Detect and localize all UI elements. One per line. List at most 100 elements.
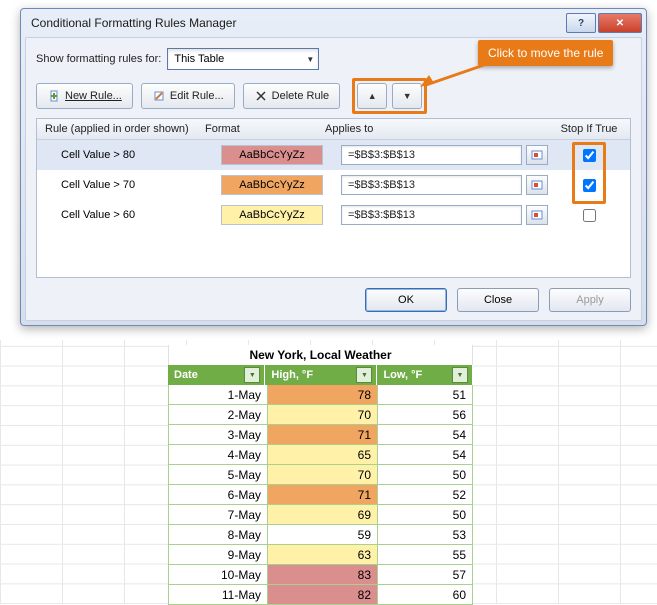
delete-rule-button[interactable]: Delete Rule (243, 83, 340, 109)
cell-high[interactable]: 65 (268, 445, 378, 465)
cell-high[interactable]: 69 (268, 505, 378, 525)
applies-to-input[interactable]: =$B$3:$B$13 (341, 145, 522, 165)
rules-header: Rule (applied in order shown) Format App… (37, 119, 630, 140)
rule-row[interactable]: Cell Value > 80AaBbCcYyZz =$B$3:$B$13 (37, 140, 630, 170)
table-row[interactable]: 7-May6950 (168, 505, 473, 525)
range-picker-button[interactable] (526, 145, 548, 165)
table-row[interactable]: 2-May7056 (168, 405, 473, 425)
cell-high[interactable]: 83 (268, 565, 378, 585)
apply-button[interactable]: Apply (549, 288, 631, 312)
cell-low[interactable]: 60 (378, 585, 473, 605)
move-down-button[interactable]: ▼ (392, 83, 422, 109)
cell-low[interactable]: 52 (378, 485, 473, 505)
rule-name: Cell Value > 80 (37, 149, 221, 161)
dialog-title: Conditional Formatting Rules Manager (31, 16, 236, 30)
cell-high[interactable]: 59 (268, 525, 378, 545)
rule-format-preview: AaBbCcYyZz (221, 175, 323, 195)
cell-low[interactable]: 55 (378, 545, 473, 565)
cell-date[interactable]: 2-May (168, 405, 268, 425)
cell-date[interactable]: 11-May (168, 585, 268, 605)
dialog-titlebar[interactable]: Conditional Formatting Rules Manager ? ✕ (21, 9, 646, 37)
cell-low[interactable]: 50 (378, 505, 473, 525)
cell-high[interactable]: 71 (268, 425, 378, 445)
table-row[interactable]: 5-May7050 (168, 465, 473, 485)
cell-date[interactable]: 8-May (168, 525, 268, 545)
col-applies: Applies to (325, 123, 548, 135)
edit-rule-icon (152, 89, 166, 103)
cell-date[interactable]: 6-May (168, 485, 268, 505)
cell-low[interactable]: 54 (378, 445, 473, 465)
delete-icon (254, 89, 268, 103)
cell-low[interactable]: 50 (378, 465, 473, 485)
table-row[interactable]: 11-May8260 (168, 585, 473, 605)
col-header-date[interactable]: Date▼ (168, 365, 265, 385)
cell-date[interactable]: 10-May (168, 565, 268, 585)
cell-low[interactable]: 53 (378, 525, 473, 545)
close-button[interactable]: Close (457, 288, 539, 312)
cell-high[interactable]: 71 (268, 485, 378, 505)
cell-high[interactable]: 78 (268, 385, 378, 405)
rule-row[interactable]: Cell Value > 70AaBbCcYyZz =$B$3:$B$13 (37, 170, 630, 200)
table-row[interactable]: 4-May6554 (168, 445, 473, 465)
table-row[interactable]: 9-May6355 (168, 545, 473, 565)
move-up-button[interactable]: ▲ (357, 83, 387, 109)
weather-table: New York, Local Weather Date▼ High, °F▼ … (168, 345, 473, 605)
show-for-value: This Table (174, 53, 224, 65)
dropdown-icon: ▼ (306, 55, 314, 64)
new-rule-label: New Rule... (65, 90, 122, 102)
stop-if-true-checkbox[interactable] (583, 209, 596, 222)
delete-rule-label: Delete Rule (272, 90, 329, 102)
cell-low[interactable]: 57 (378, 565, 473, 585)
new-rule-icon (47, 89, 61, 103)
edit-rule-button[interactable]: Edit Rule... (141, 83, 235, 109)
range-picker-button[interactable] (526, 175, 548, 195)
rule-name: Cell Value > 70 (37, 179, 221, 191)
cell-high[interactable]: 70 (268, 465, 378, 485)
rule-format-preview: AaBbCcYyZz (221, 205, 323, 225)
table-row[interactable]: 8-May5953 (168, 525, 473, 545)
cell-date[interactable]: 7-May (168, 505, 268, 525)
table-title: New York, Local Weather (168, 345, 473, 365)
rules-list: Rule (applied in order shown) Format App… (36, 118, 631, 278)
cell-date[interactable]: 5-May (168, 465, 268, 485)
cell-date[interactable]: 1-May (168, 385, 268, 405)
help-button[interactable]: ? (566, 13, 596, 33)
move-rule-buttons-highlight: ▲ ▼ (352, 78, 427, 114)
filter-icon[interactable]: ▼ (452, 367, 468, 383)
filter-icon[interactable]: ▼ (356, 367, 372, 383)
cell-low[interactable]: 54 (378, 425, 473, 445)
table-row[interactable]: 6-May7152 (168, 485, 473, 505)
col-header-high[interactable]: High, °F▼ (265, 365, 377, 385)
show-for-select[interactable]: This Table ▼ (167, 48, 319, 70)
table-row[interactable]: 1-May7851 (168, 385, 473, 405)
rule-row[interactable]: Cell Value > 60AaBbCcYyZz =$B$3:$B$13 (37, 200, 630, 230)
cell-high[interactable]: 70 (268, 405, 378, 425)
filter-icon[interactable]: ▼ (244, 367, 260, 383)
cell-high[interactable]: 82 (268, 585, 378, 605)
col-rule: Rule (applied in order shown) (37, 123, 205, 135)
table-row[interactable]: 3-May7154 (168, 425, 473, 445)
cell-date[interactable]: 3-May (168, 425, 268, 445)
ok-button[interactable]: OK (365, 288, 447, 312)
table-row[interactable]: 10-May8357 (168, 565, 473, 585)
col-header-low[interactable]: Low, °F▼ (377, 365, 473, 385)
col-stop: Stop If True (548, 123, 630, 135)
applies-to-input[interactable]: =$B$3:$B$13 (341, 205, 522, 225)
show-for-label: Show formatting rules for: (36, 53, 161, 65)
arrow-down-icon: ▼ (403, 91, 412, 101)
applies-to-input[interactable]: =$B$3:$B$13 (341, 175, 522, 195)
stop-if-true-highlight (572, 142, 606, 204)
cell-date[interactable]: 4-May (168, 445, 268, 465)
cell-date[interactable]: 9-May (168, 545, 268, 565)
range-picker-button[interactable] (526, 205, 548, 225)
table-header-row: Date▼ High, °F▼ Low, °F▼ (168, 365, 473, 385)
cell-low[interactable]: 56 (378, 405, 473, 425)
col-format: Format (205, 123, 325, 135)
new-rule-button[interactable]: New Rule... (36, 83, 133, 109)
rule-name: Cell Value > 60 (37, 209, 221, 221)
cell-high[interactable]: 63 (268, 545, 378, 565)
cell-low[interactable]: 51 (378, 385, 473, 405)
rule-format-preview: AaBbCcYyZz (221, 145, 323, 165)
arrow-up-icon: ▲ (368, 91, 377, 101)
close-x-button[interactable]: ✕ (598, 13, 642, 33)
